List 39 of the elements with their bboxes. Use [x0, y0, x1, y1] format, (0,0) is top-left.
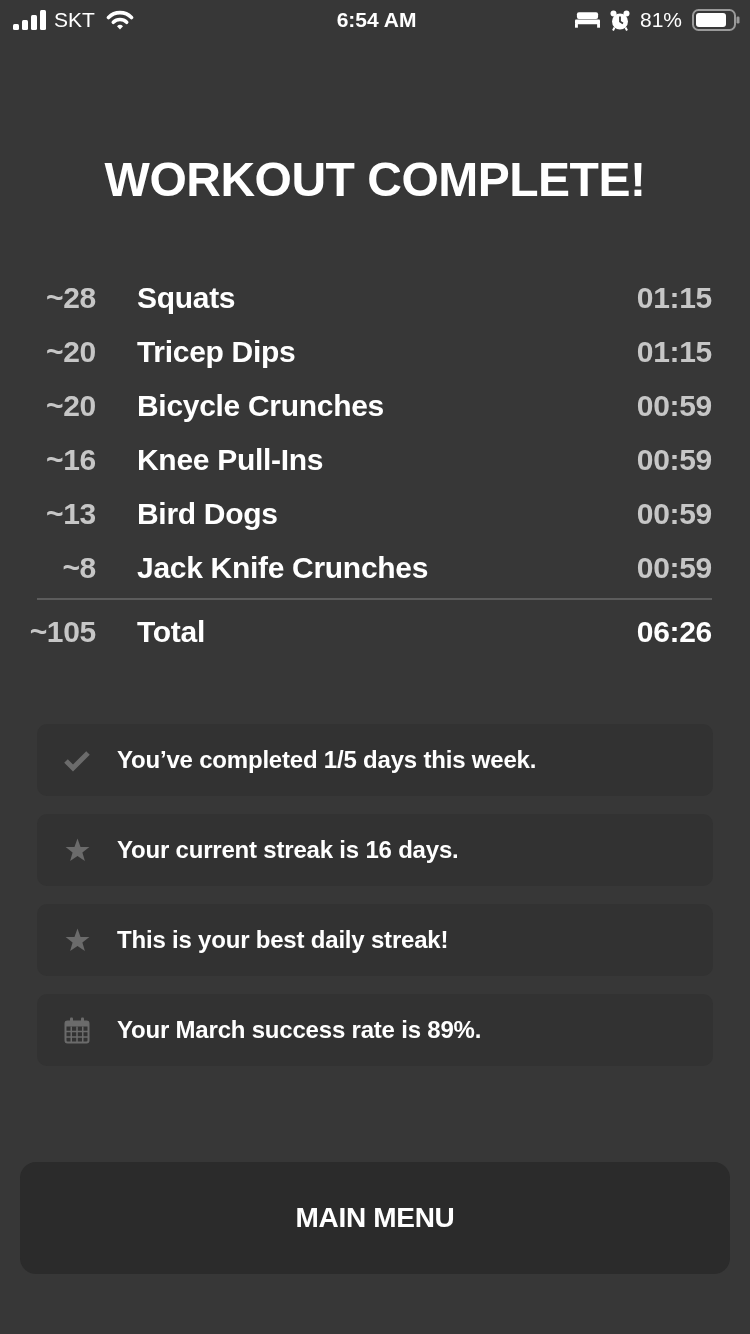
status-time: 6:54 AM [336, 8, 417, 32]
alarm-icon [609, 9, 630, 31]
exercise-time: 00:59 [636, 443, 712, 477]
rep-count: ~8 [62, 551, 96, 585]
rep-count: ~13 [46, 497, 96, 531]
main-menu-button[interactable]: MAIN MENU [20, 1162, 730, 1274]
star-icon [64, 838, 90, 862]
battery-percent: 81% [639, 8, 682, 32]
signal-icon [13, 10, 47, 30]
exercise-name: Bicycle Crunches [137, 389, 384, 423]
stat-text: You’ve completed 1/5 days this week. [117, 746, 537, 774]
exercise-time: 01:15 [636, 281, 712, 315]
exercise-time: 00:59 [636, 551, 712, 585]
wifi-icon [105, 10, 134, 30]
exercise-name: Tricep Dips [137, 335, 296, 369]
calendar-icon [64, 1016, 90, 1044]
rep-count: ~20 [46, 389, 96, 423]
rep-count: ~20 [46, 335, 96, 369]
star-icon [64, 928, 90, 952]
rep-count: ~28 [46, 281, 96, 315]
stat-text: Your current streak is 16 days. [117, 836, 459, 864]
exercise-name: Squats [137, 281, 236, 315]
exercise-name: Bird Dogs [137, 497, 278, 531]
battery-icon [692, 9, 740, 31]
exercise-time: 00:59 [636, 497, 712, 531]
workout-complete-title: WORKOUT COMPLETE! [104, 152, 646, 208]
exercise-time: 00:59 [636, 389, 712, 423]
stat-text: This is your best daily streak! [117, 926, 449, 954]
exercise-time: 01:15 [636, 335, 712, 369]
total-label: Total [137, 615, 205, 649]
total-rep-count: ~105 [29, 615, 96, 649]
checkmark-icon [63, 748, 91, 772]
exercise-name: Jack Knife Crunches [137, 551, 429, 585]
bed-icon [574, 12, 600, 28]
rep-count: ~16 [46, 443, 96, 477]
exercise-name: Knee Pull-Ins [137, 443, 324, 477]
stat-text: Your March success rate is 89%. [117, 1016, 482, 1044]
total-time: 06:26 [636, 615, 712, 649]
carrier-name: SKT [54, 8, 95, 32]
